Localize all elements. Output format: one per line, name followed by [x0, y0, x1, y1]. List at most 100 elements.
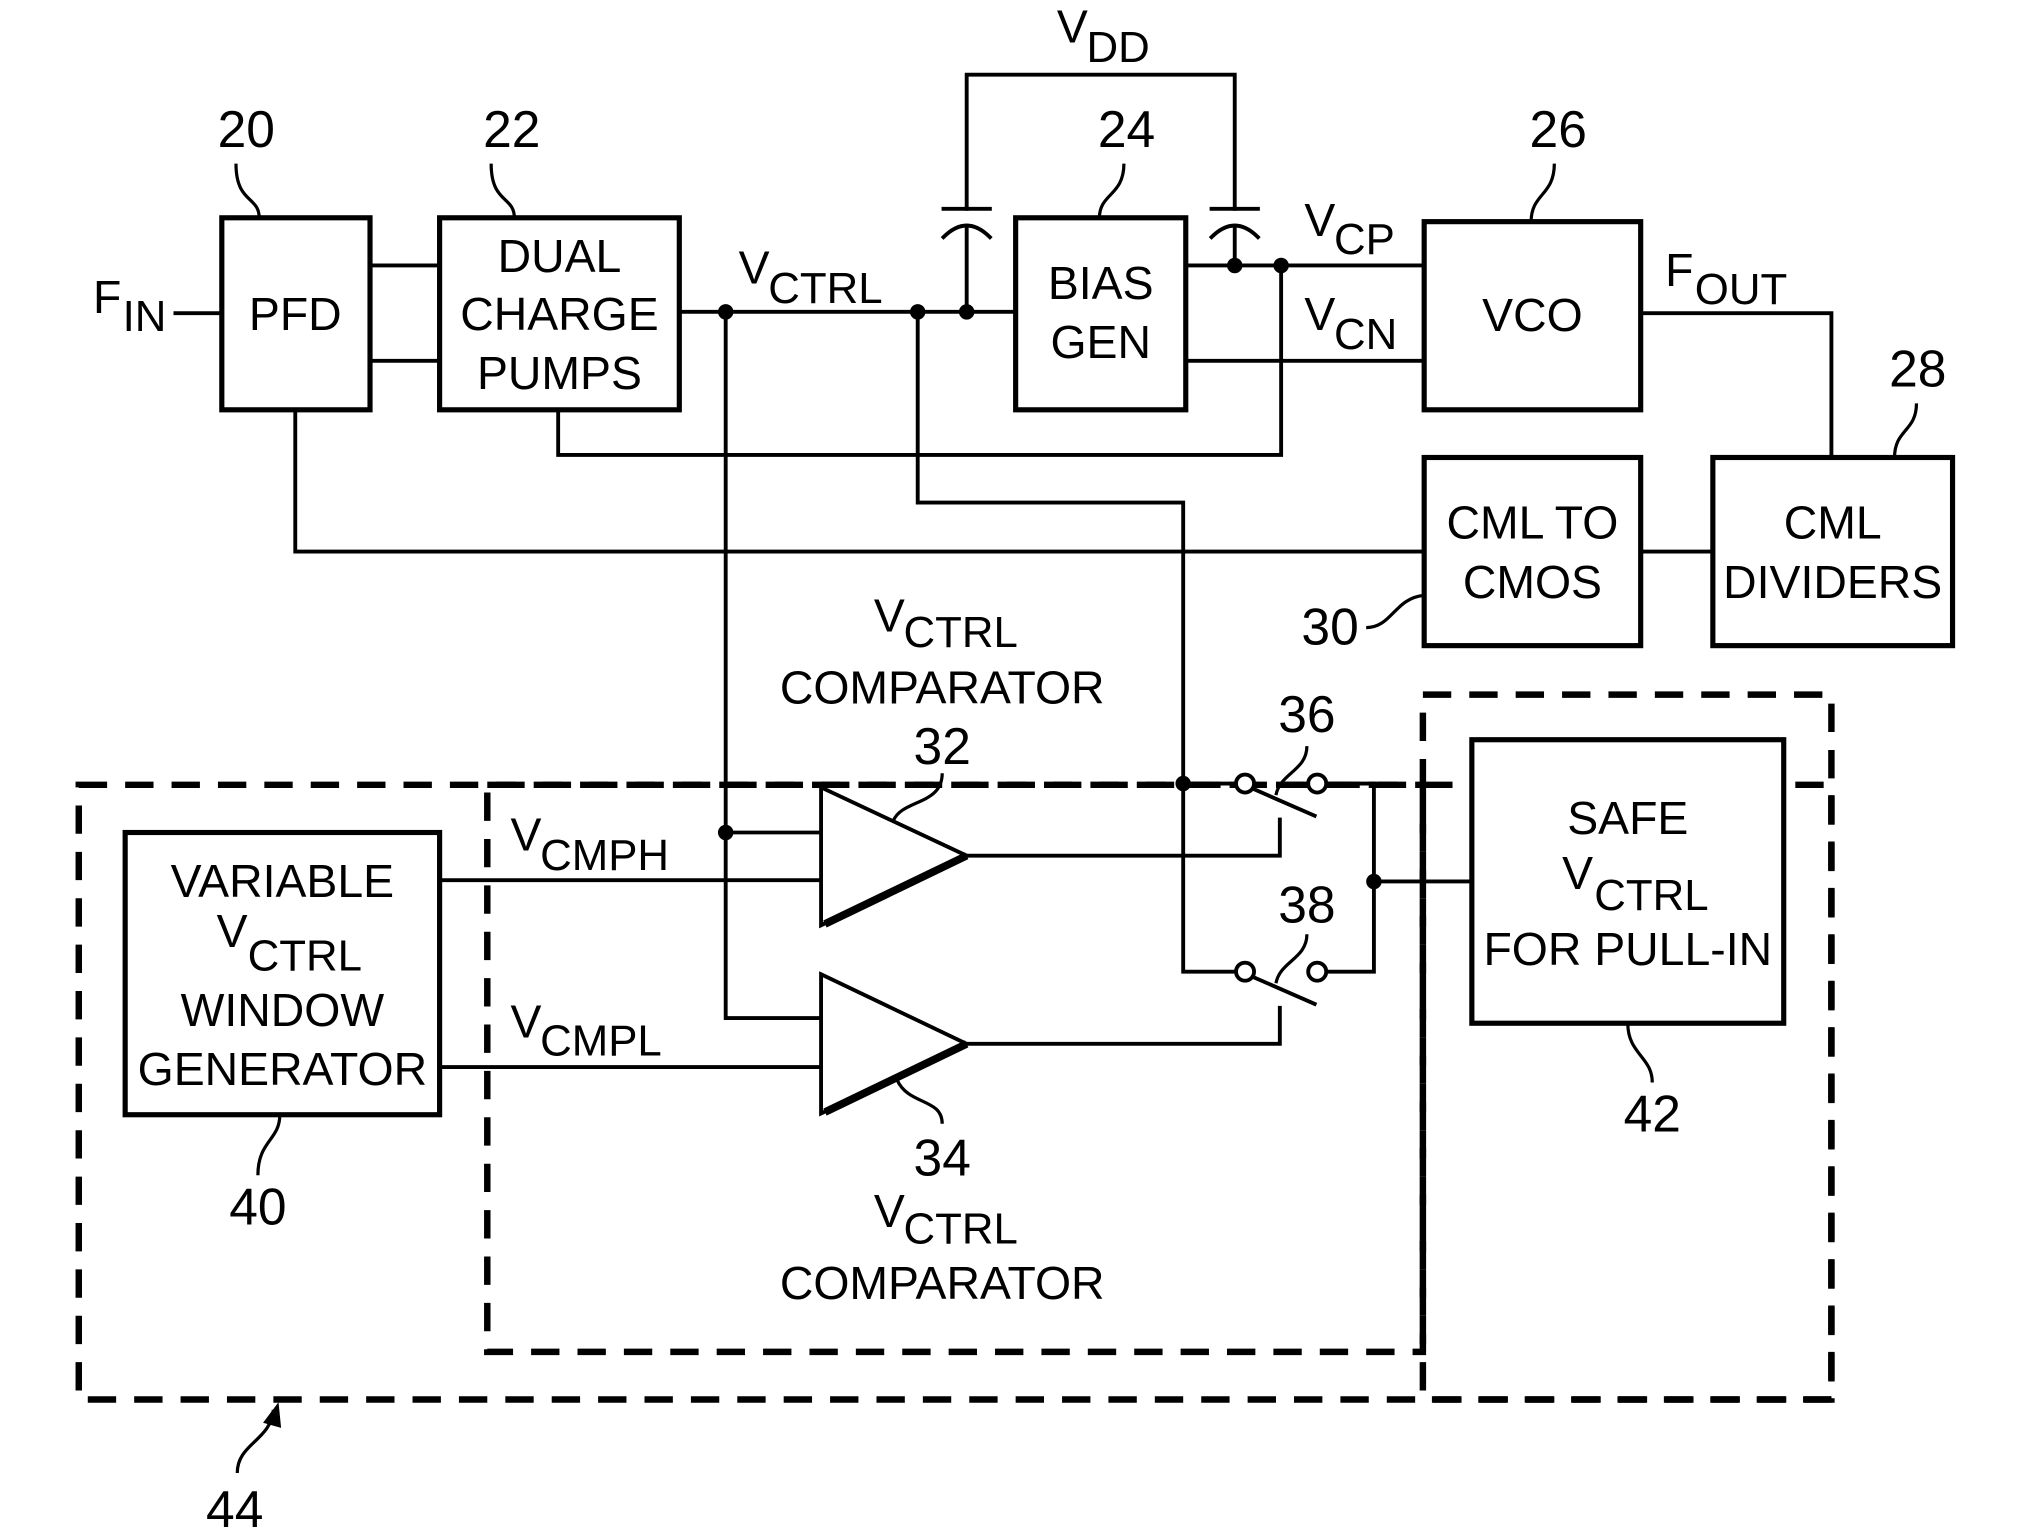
- cml-to-cmos-label-1: CML TO: [1447, 497, 1619, 549]
- comp-low-label-main: V: [874, 1185, 905, 1237]
- switch-38[interactable]: [1234, 960, 1329, 1007]
- ref-numeral: 42: [1624, 1084, 1681, 1142]
- ref-numeral: 44: [206, 1480, 263, 1538]
- leader-line: [895, 1079, 944, 1124]
- safe-vctrl-label-1: SAFE: [1567, 792, 1688, 844]
- comparator-high[interactable]: [819, 784, 972, 929]
- comparator-low-label: V CTRL COMPARATOR: [780, 1185, 1105, 1309]
- fin-main: F: [93, 271, 121, 323]
- block-charge-pumps[interactable]: DUAL CHARGE PUMPS: [437, 215, 682, 413]
- leader-line: [489, 163, 516, 218]
- safe-vctrl-label-3: FOR PULL-IN: [1483, 923, 1772, 975]
- switch-terminal: [1306, 772, 1329, 795]
- window-generator-label-1: VARIABLE: [171, 855, 394, 907]
- cml-dividers-label-1: CML: [1784, 497, 1882, 549]
- signal-vcmph: V CMPH: [510, 809, 669, 880]
- wire-comp-low-out: [964, 1005, 1282, 1046]
- cml-to-cmos-label-2: CMOS: [1463, 556, 1602, 608]
- block-pfd[interactable]: PFD: [219, 215, 373, 413]
- ref-44: 44: [206, 1402, 282, 1538]
- signal-fout: F OUT: [1665, 244, 1787, 314]
- fout-sub: OUT: [1695, 265, 1787, 314]
- fout-main: F: [1665, 244, 1693, 296]
- ref-numeral: 32: [914, 717, 971, 775]
- block-cml-to-cmos[interactable]: CML TO CMOS: [1421, 454, 1644, 649]
- switch-36[interactable]: [1234, 772, 1329, 819]
- leader-line: [234, 163, 261, 218]
- junction-dot: [1366, 873, 1382, 890]
- vcn-sub: CN: [1334, 310, 1397, 359]
- ref-numeral: 20: [218, 100, 275, 158]
- block-window-generator[interactable]: VARIABLE V CTRL WINDOW GENERATOR: [122, 829, 443, 1118]
- wire-fout: [1638, 311, 1834, 460]
- block-safe-vctrl[interactable]: SAFE V CTRL FOR PULL-IN: [1469, 737, 1787, 1026]
- comparator-triangle[interactable]: [819, 971, 972, 1117]
- vcp-sub: CP: [1334, 215, 1395, 264]
- junction-dot: [1227, 257, 1243, 274]
- charge-pumps-label-1: DUAL: [498, 230, 622, 282]
- ref-34: 34: [895, 1079, 971, 1186]
- junction-dot: [717, 824, 734, 841]
- vdd-sub: DD: [1087, 23, 1150, 72]
- vcp-main: V: [1304, 194, 1335, 246]
- vctrl-main: V: [739, 242, 770, 294]
- window-generator-label-v: V: [217, 905, 248, 957]
- ref-numeral: 38: [1278, 876, 1335, 934]
- ref-20: 20: [218, 100, 275, 218]
- bias-gen-label-1: BIAS: [1048, 257, 1154, 309]
- comp-low-label-sub: CTRL: [904, 1205, 1018, 1254]
- vcmpl-sub: CMPL: [540, 1016, 662, 1065]
- block-vco[interactable]: VCO: [1421, 219, 1644, 413]
- switch-blade[interactable]: [1250, 786, 1318, 819]
- vcn-main: V: [1304, 288, 1335, 340]
- switch-terminal: [1306, 960, 1329, 983]
- comparator-triangle[interactable]: [819, 784, 972, 929]
- cml-dividers-box[interactable]: [1710, 454, 1956, 649]
- ref-30: 30: [1301, 593, 1425, 655]
- comparator-low[interactable]: [819, 971, 972, 1117]
- wire-feedback-pfd: [293, 407, 1427, 554]
- ref-numeral: 26: [1530, 100, 1587, 158]
- vcmpl-main: V: [510, 995, 541, 1047]
- vctrl-sub: CTRL: [768, 264, 882, 313]
- junction-dot: [958, 304, 975, 320]
- bias-gen-box[interactable]: [1013, 215, 1189, 413]
- leader-line: [1274, 934, 1309, 984]
- junction-dot: [1273, 257, 1289, 274]
- leader-line: [1366, 593, 1425, 630]
- comp-high-label-line2: COMPARATOR: [780, 662, 1105, 714]
- signal-vdd: V DD: [1057, 1, 1150, 72]
- ref-42: 42: [1624, 1023, 1681, 1142]
- ref-numeral: 22: [483, 100, 540, 158]
- ref-numeral: 30: [1301, 597, 1358, 655]
- ref-22: 22: [483, 100, 540, 218]
- fin-sub: IN: [123, 292, 167, 341]
- block-bias-gen[interactable]: BIAS GEN: [1013, 215, 1189, 413]
- window-generator-label-4: GENERATOR: [138, 1043, 427, 1095]
- ref-26: 26: [1529, 100, 1587, 222]
- junction-dot: [717, 304, 734, 320]
- ref-numeral: 34: [914, 1128, 971, 1186]
- ref-numeral: 36: [1278, 685, 1335, 743]
- vco-label: VCO: [1482, 289, 1583, 341]
- signal-vcp: V CP: [1304, 194, 1394, 264]
- charge-pumps-label-2: CHARGE: [460, 288, 658, 340]
- ref-32: 32: [891, 717, 971, 822]
- ref-numeral: 40: [229, 1177, 286, 1235]
- leader-line: [256, 1114, 282, 1176]
- comp-low-label-line2: COMPARATOR: [780, 1257, 1105, 1309]
- block-cml-dividers[interactable]: CML DIVIDERS: [1710, 454, 1956, 649]
- signal-vctrl: V CTRL: [739, 242, 883, 313]
- window-generator-label-3: WINDOW: [181, 984, 385, 1036]
- cml-dividers-label-2: DIVIDERS: [1723, 556, 1942, 608]
- switch-blade[interactable]: [1250, 974, 1318, 1007]
- leader-line: [1892, 403, 1919, 458]
- window-generator-label-ctrl: CTRL: [248, 931, 362, 980]
- ref-24: 24: [1097, 100, 1155, 218]
- comparator-high-label: V CTRL COMPARATOR: [780, 589, 1105, 713]
- pfd-label: PFD: [249, 288, 342, 340]
- leader-line: [1097, 163, 1126, 218]
- comp-high-label-main: V: [874, 589, 905, 641]
- bias-gen-label-2: GEN: [1050, 316, 1151, 368]
- cml-to-cmos-box[interactable]: [1421, 454, 1644, 649]
